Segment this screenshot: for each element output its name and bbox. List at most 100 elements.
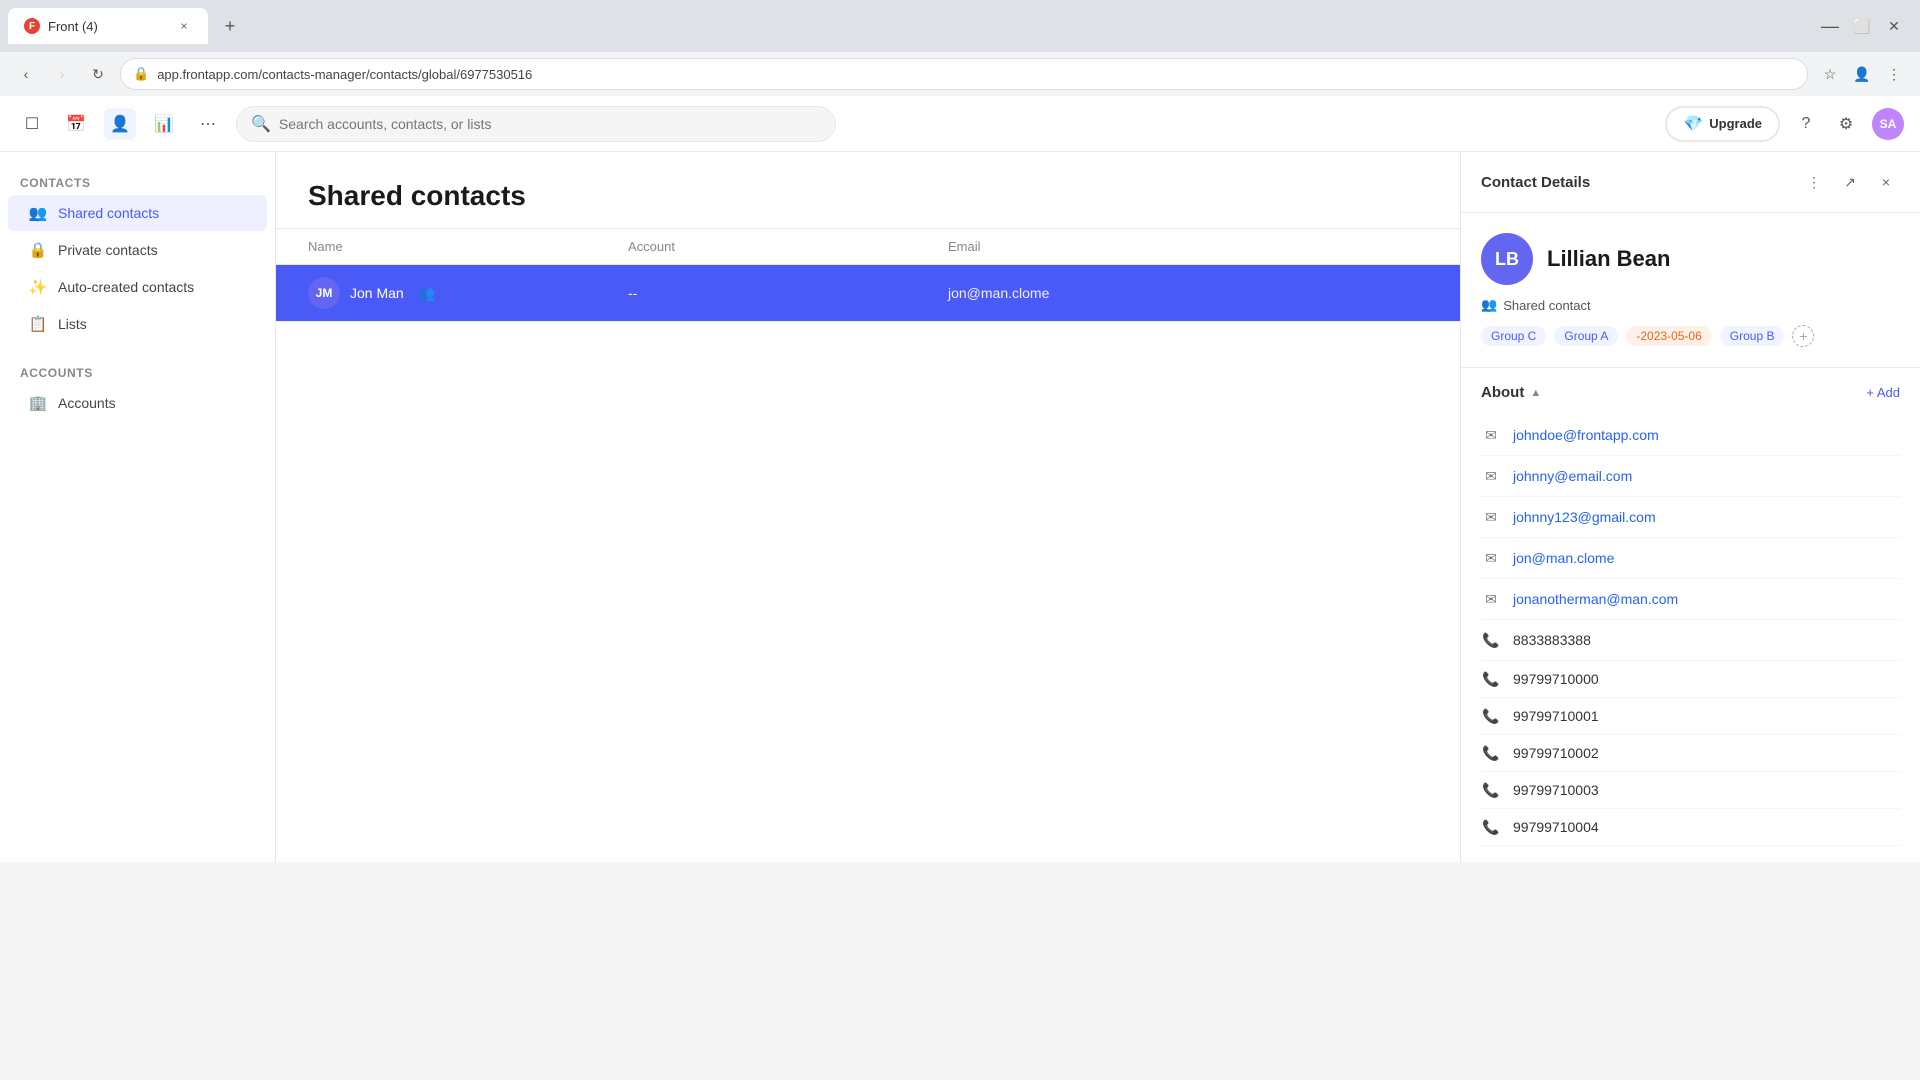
email-value-1[interactable]: johndoe@frontapp.com: [1513, 427, 1808, 443]
delete-email-1-button[interactable]: 🗑: [1876, 423, 1900, 447]
delete-email-3-button[interactable]: 🗑: [1876, 505, 1900, 529]
group-tag-a[interactable]: Group A: [1554, 326, 1618, 346]
edit-email-1-button[interactable]: ✏: [1848, 423, 1872, 447]
main-content: Shared contacts Name Account Email JM Jo…: [276, 152, 1460, 862]
copy-email-4-button[interactable]: ⧉: [1820, 546, 1844, 570]
copy-email-3-button[interactable]: ⧉: [1820, 505, 1844, 529]
sidebar-item-shared-contacts[interactable]: 👥 Shared contacts: [8, 195, 267, 231]
email-row-4: ✉ jon@man.clome ⧉ ✏ 🗑: [1481, 538, 1900, 579]
phone-value-6[interactable]: 99799710004: [1513, 819, 1900, 835]
email-value-4[interactable]: jon@man.clome: [1513, 550, 1808, 566]
table-row[interactable]: JM Jon Man 👥 -- jon@man.clome: [276, 265, 1460, 322]
new-tab-button[interactable]: +: [216, 12, 244, 40]
calendar-icon-button[interactable]: 📅: [60, 108, 92, 140]
profile-button[interactable]: 👤: [1848, 60, 1876, 88]
search-icon: 🔍: [251, 114, 271, 134]
sidebar-item-auto-created[interactable]: ✨ Auto-created contacts: [8, 269, 267, 305]
group-tag-c[interactable]: Group C: [1481, 326, 1546, 346]
more-icon-button[interactable]: ⋯: [192, 108, 224, 140]
contact-info-header: LB Lillian Bean: [1481, 233, 1900, 285]
email-value-5[interactable]: jonanotherman@man.com: [1513, 591, 1808, 607]
delete-phone-1-button[interactable]: 🗑: [1876, 628, 1900, 652]
about-title: About ▲: [1481, 384, 1541, 401]
browser-navbar: ‹ › ↻ 🔒 app.frontapp.com/contacts-manage…: [0, 52, 1920, 96]
shared-icon: 👥: [1481, 297, 1497, 313]
email-value-3[interactable]: johnny123@gmail.com: [1513, 509, 1808, 525]
analytics-icon-button[interactable]: 📊: [148, 108, 180, 140]
maximize-button[interactable]: ⬜: [1848, 12, 1876, 40]
contact-name-cell: JM Jon Man 👥: [308, 277, 628, 309]
sidebar-item-accounts[interactable]: 🏢 Accounts: [8, 385, 267, 421]
shared-contacts-icon: 👥: [28, 203, 48, 223]
help-button[interactable]: ?: [1792, 110, 1820, 138]
extensions-button[interactable]: ⋮: [1880, 60, 1908, 88]
copy-email-2-button[interactable]: ⧉: [1820, 464, 1844, 488]
add-group-tag-button[interactable]: +: [1792, 325, 1814, 347]
phone-value-2[interactable]: 99799710000: [1513, 671, 1900, 687]
inbox-icon-button[interactable]: ☐: [16, 108, 48, 140]
email-row-2: ✉ johnny@email.com ⧉ ✏ 🗑: [1481, 456, 1900, 497]
reload-button[interactable]: ↻: [84, 60, 112, 88]
group-tag-date[interactable]: -2023-05-06: [1626, 326, 1711, 346]
phone-value-4[interactable]: 99799710002: [1513, 745, 1900, 761]
phone-row-2: 📞 99799710000: [1481, 661, 1900, 698]
external-link-button[interactable]: ↗: [1836, 168, 1864, 196]
group-tag-b[interactable]: Group B: [1720, 326, 1785, 346]
phone-value-1[interactable]: 8833883388: [1513, 632, 1808, 648]
add-detail-button[interactable]: + Add: [1866, 385, 1900, 400]
contacts-icon-button[interactable]: 👤: [104, 108, 136, 140]
panel-header: Contact Details ⋮ ↗ ×: [1461, 152, 1920, 213]
sidebar-item-auto-created-label: Auto-created contacts: [58, 279, 194, 295]
delete-email-5-button[interactable]: 🗑: [1876, 587, 1900, 611]
accounts-section-label: Accounts: [0, 358, 275, 384]
email-value-2[interactable]: johnny@email.com: [1513, 468, 1808, 484]
tab-close-button[interactable]: ×: [176, 18, 192, 34]
column-header-email: Email: [948, 239, 1428, 254]
edit-email-5-button[interactable]: ✏: [1848, 587, 1872, 611]
close-window-button[interactable]: ✕: [1880, 12, 1908, 40]
phone-value-3[interactable]: 99799710001: [1513, 708, 1900, 724]
user-avatar-button[interactable]: SA: [1872, 108, 1904, 140]
sidebar: Contacts 👥 Shared contacts 🔒 Private con…: [0, 152, 276, 862]
upgrade-button[interactable]: 💎 Upgrade: [1665, 106, 1780, 142]
phone-row-1: 📞 8833883388 ⧉ ✏ 🗑: [1481, 620, 1900, 661]
bookmark-button[interactable]: ☆: [1816, 60, 1844, 88]
email-icon-2: ✉: [1481, 466, 1501, 486]
phone-value-5[interactable]: 99799710003: [1513, 782, 1900, 798]
email-row-5: ✉ jonanotherman@man.com ⧉ ✏ 🗑: [1481, 579, 1900, 620]
minimize-button[interactable]: —: [1816, 12, 1844, 40]
copy-email-5-button[interactable]: ⧉: [1820, 587, 1844, 611]
phone-row-4: 📞 99799710002: [1481, 735, 1900, 772]
settings-button[interactable]: ⚙: [1832, 110, 1860, 138]
delete-email-2-button[interactable]: 🗑: [1876, 464, 1900, 488]
forward-button[interactable]: ›: [48, 60, 76, 88]
sidebar-item-lists-label: Lists: [58, 316, 87, 332]
detail-panel: Contact Details ⋮ ↗ × LB Lillian Bean 👥 …: [1460, 152, 1920, 862]
email-icon-3: ✉: [1481, 507, 1501, 527]
search-input[interactable]: [279, 116, 821, 132]
sidebar-item-accounts-label: Accounts: [58, 395, 116, 411]
phone-icon-2: 📞: [1481, 669, 1501, 689]
copy-phone-1-button[interactable]: ⧉: [1820, 628, 1844, 652]
edit-email-2-button[interactable]: ✏: [1848, 464, 1872, 488]
edit-email-4-button[interactable]: ✏: [1848, 546, 1872, 570]
browser-tab[interactable]: F Front (4) ×: [8, 8, 208, 44]
sidebar-item-private-contacts[interactable]: 🔒 Private contacts: [8, 232, 267, 268]
phone-icon-1: 📞: [1481, 630, 1501, 650]
column-header-name: Name: [308, 239, 628, 254]
about-caret-icon: ▲: [1530, 387, 1541, 399]
contacts-header: Shared contacts: [276, 152, 1460, 229]
more-options-button[interactable]: ⋮: [1800, 168, 1828, 196]
delete-email-4-button[interactable]: 🗑: [1876, 546, 1900, 570]
copy-email-1-button[interactable]: ⧉: [1820, 423, 1844, 447]
close-panel-button[interactable]: ×: [1872, 168, 1900, 196]
sidebar-item-private-contacts-label: Private contacts: [58, 242, 158, 258]
search-bar[interactable]: 🔍: [236, 106, 836, 142]
edit-email-3-button[interactable]: ✏: [1848, 505, 1872, 529]
sidebar-item-lists[interactable]: 📋 Lists: [8, 306, 267, 342]
back-button[interactable]: ‹: [12, 60, 40, 88]
address-bar[interactable]: 🔒 app.frontapp.com/contacts-manager/cont…: [120, 58, 1808, 90]
app-toolbar: ☐ 📅 👤 📊 ⋯ 🔍 💎 Upgrade ? ⚙ SA: [0, 96, 1920, 152]
email-icon-4: ✉: [1481, 548, 1501, 568]
edit-phone-1-button[interactable]: ✏: [1848, 628, 1872, 652]
